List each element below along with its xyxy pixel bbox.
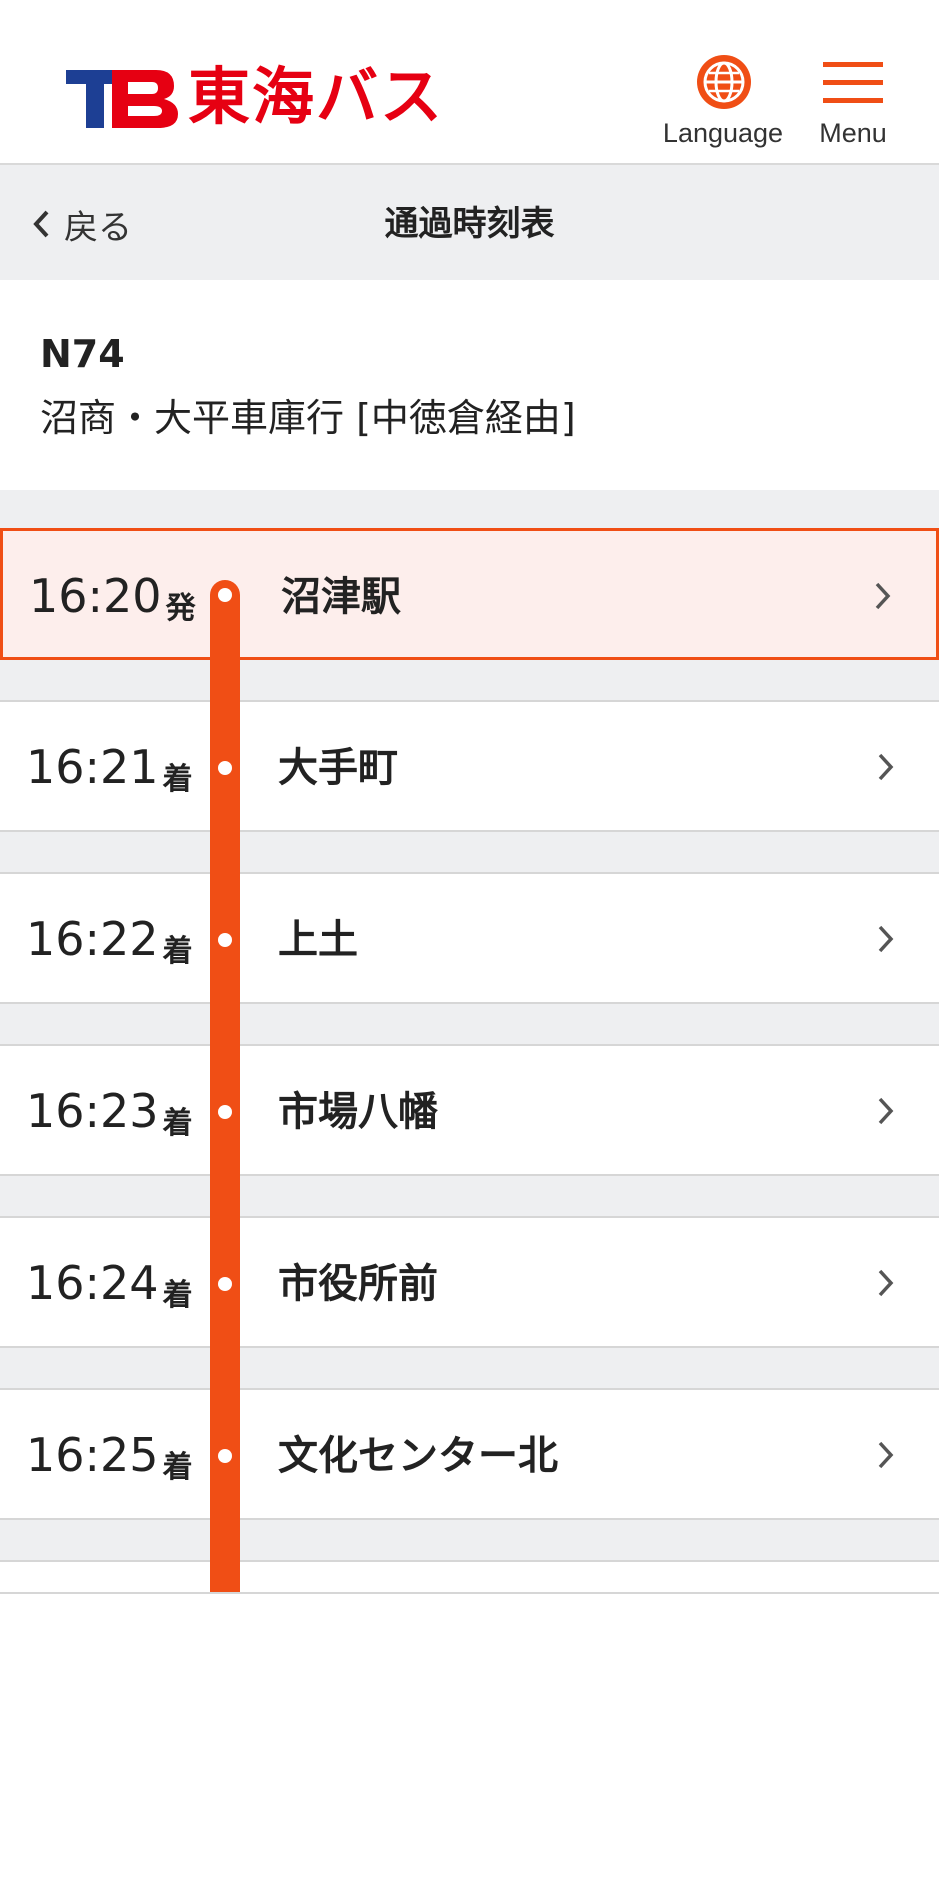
stop-kind: 着 [162,1106,193,1141]
app-header: 東海バス Language Menu [0,0,939,165]
stop-row[interactable]: 16:23 着 市場八幡 [0,1044,939,1176]
route-destination: 沼商・大平車庫行 [中徳倉経由] [40,396,576,440]
stop-dot [218,1449,232,1463]
chevron-right-icon [878,753,894,781]
stop-dot [218,933,232,947]
stop-time: 16:23 着 [26,1084,193,1141]
route-line [210,580,240,1592]
route-number: N74 [40,332,125,376]
logo-wordmark: 東海バス [188,60,445,133]
stop-time: 16:21 着 [26,740,193,797]
chevron-right-icon [878,1441,894,1469]
stop-kind: 着 [162,1278,193,1313]
page-title: 通過時刻表 [384,204,555,244]
stop-row[interactable]: 16:24 着 市役所前 [0,1216,939,1348]
stop-time: 16:25 着 [26,1428,193,1485]
stop-dot [218,588,232,602]
globe-icon [697,55,751,109]
stop-name: 沼津駅 [281,574,401,620]
stop-name: 上土 [278,917,358,963]
stop-row-partial [0,1560,939,1594]
language-label: Language [662,118,784,148]
stop-row[interactable]: 16:21 着 大手町 [0,700,939,832]
tb-logo-mark [66,70,178,128]
stop-row-current[interactable]: 16:20 発 沼津駅 [0,528,939,660]
stop-name: 市役所前 [278,1261,438,1307]
route-info: N74 沼商・大平車庫行 [中徳倉経由] [0,280,939,490]
menu-button[interactable]: Menu [788,52,918,152]
chevron-right-icon [878,1097,894,1125]
stop-name: 大手町 [278,745,398,791]
stop-time: 16:22 着 [26,912,193,969]
stop-dot [218,1105,232,1119]
stop-kind: 着 [162,934,193,969]
stop-dot [218,761,232,775]
stop-kind: 着 [162,762,193,797]
stop-row[interactable]: 16:25 着 文化センター北 [0,1388,939,1520]
stop-row[interactable]: 16:22 着 上土 [0,872,939,1004]
stop-time: 16:24 着 [26,1256,193,1313]
page-subheader: 戻る 通過時刻表 [0,165,939,280]
chevron-right-icon [878,925,894,953]
stop-dot [218,1277,232,1291]
stop-kind: 発 [165,591,196,626]
chevron-right-icon [875,582,891,610]
stop-kind: 着 [162,1450,193,1485]
hamburger-menu-icon [823,62,883,103]
stop-time: 16:20 発 [29,569,196,626]
stop-name: 市場八幡 [278,1089,438,1135]
stop-name: 文化センター北 [278,1433,558,1479]
tokai-bus-logo[interactable]: 東海バス [66,60,501,133]
menu-label: Menu [819,118,887,148]
language-button[interactable]: Language [658,52,788,152]
chevron-right-icon [878,1269,894,1297]
